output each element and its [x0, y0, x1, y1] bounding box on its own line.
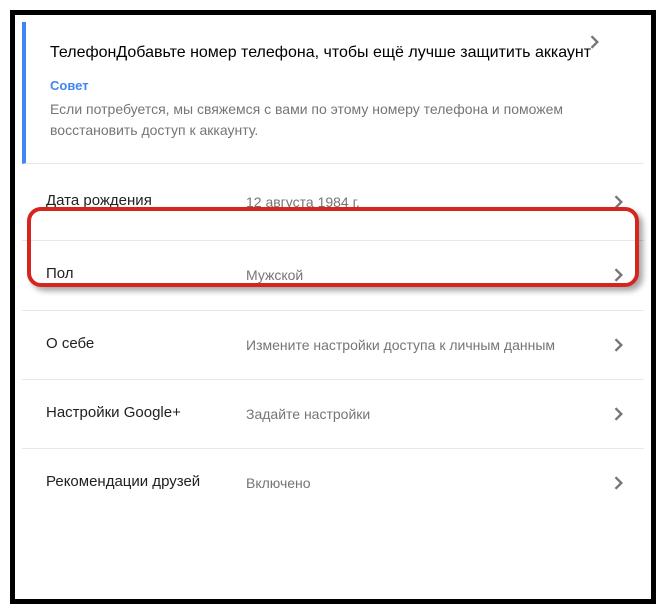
chevron-right-icon	[614, 407, 624, 421]
settings-list: Телефон Добавьте номер телефона, чтобы е…	[22, 22, 644, 592]
chevron-right-icon	[614, 476, 624, 490]
gender-value: Мужской	[246, 265, 620, 285]
gplus-row[interactable]: Настройки Google+ Задайте настройки	[22, 380, 644, 449]
phone-value: Добавьте номер телефона, чтобы ещё лучше…	[116, 44, 591, 62]
birthday-row[interactable]: Дата рождения 12 августа 1984 г.	[22, 164, 644, 241]
birthday-label: Дата рождения	[46, 192, 246, 209]
phone-section: Телефон Добавьте номер телефона, чтобы е…	[22, 22, 644, 164]
gender-row[interactable]: Пол Мужской	[22, 241, 644, 310]
chevron-right-icon	[614, 195, 624, 209]
about-label: О себе	[46, 335, 246, 352]
recommend-row[interactable]: Рекомендации друзей Включено	[22, 449, 644, 517]
chevron-right-icon	[614, 268, 624, 282]
chevron-right-icon	[614, 338, 624, 352]
advice-text: Если потребуется, мы свяжемся с вами по …	[50, 99, 620, 141]
phone-row[interactable]: Телефон Добавьте номер телефона, чтобы е…	[50, 22, 620, 62]
recommend-value: Включено	[246, 473, 620, 493]
advice-title: Совет	[50, 78, 620, 93]
phone-label: Телефон	[50, 44, 116, 62]
birthday-value: 12 августа 1984 г.	[246, 192, 620, 212]
gplus-value: Задайте настройки	[246, 404, 620, 424]
gplus-label: Настройки Google+	[46, 404, 246, 421]
about-value: Измените настройки доступа к личным данн…	[246, 335, 620, 355]
recommend-label: Рекомендации друзей	[46, 473, 246, 490]
about-row[interactable]: О себе Измените настройки доступа к личн…	[22, 311, 644, 380]
chevron-right-icon	[590, 35, 600, 49]
gender-label: Пол	[46, 265, 246, 282]
